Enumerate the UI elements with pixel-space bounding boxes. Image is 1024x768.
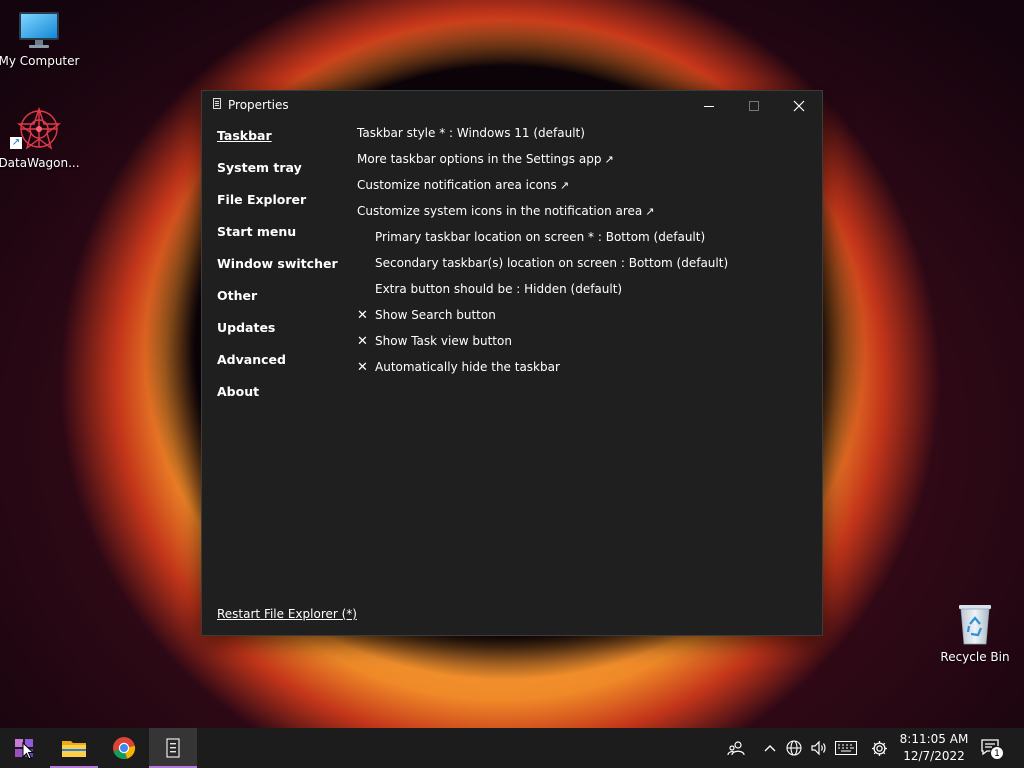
system-clock[interactable]: 8:11:05 AM 12/7/2022: [896, 731, 972, 765]
sidebar-item-about[interactable]: About: [217, 382, 347, 414]
sidebar-nav: Taskbar System tray File Explorer Start …: [217, 126, 347, 414]
unchecked-x-icon: ✕: [357, 334, 368, 349]
properties-app-icon: [166, 738, 180, 758]
gear-icon[interactable]: [869, 738, 889, 758]
keyboard-icon[interactable]: [834, 738, 858, 758]
notification-center-button[interactable]: 1: [980, 738, 1004, 760]
minimize-button[interactable]: [686, 91, 731, 121]
notification-icons-link[interactable]: Customize notification area icons ↗: [357, 176, 810, 202]
datawagon-icon: [16, 106, 62, 150]
show-search-checkbox[interactable]: ✕ Show Search button: [357, 306, 810, 332]
close-icon: [793, 100, 804, 112]
secondary-location-option[interactable]: Secondary taskbar(s) location on screen …: [357, 254, 810, 280]
external-link-icon: ↗: [604, 153, 614, 166]
window-title: Properties: [228, 98, 289, 112]
settings-list: Taskbar style * : Windows 11 (default) M…: [357, 124, 810, 384]
unchecked-x-icon: ✕: [357, 308, 368, 323]
desktop-icon-datawagon[interactable]: ↗ DataWagon...: [0, 106, 81, 170]
sidebar-item-advanced[interactable]: Advanced: [217, 350, 347, 382]
recycle-bin-icon: [959, 605, 991, 645]
desktop-icon-label: My Computer: [0, 54, 80, 68]
shortcut-arrow-icon: ↗: [10, 137, 22, 149]
clock-time: 8:11:05 AM: [899, 732, 969, 746]
taskbar-properties[interactable]: [149, 728, 197, 768]
people-icon[interactable]: [726, 738, 746, 758]
system-icons-link[interactable]: Customize system icons in the notificati…: [357, 202, 810, 228]
sidebar-item-window-switcher[interactable]: Window switcher: [217, 254, 347, 286]
close-button[interactable]: [776, 91, 821, 121]
sidebar-item-start-menu[interactable]: Start menu: [217, 222, 347, 254]
minimize-icon: [703, 105, 714, 107]
external-link-icon: ↗: [645, 205, 655, 218]
settings-app-link[interactable]: More taskbar options in the Settings app…: [357, 150, 810, 176]
desktop-icon-label: Recycle Bin: [940, 650, 1010, 664]
monitor-icon: [19, 12, 59, 48]
restart-explorer-link[interactable]: Restart File Explorer (*): [217, 607, 357, 621]
volume-icon[interactable]: [809, 738, 829, 758]
sidebar-item-taskbar[interactable]: Taskbar: [217, 126, 347, 158]
taskbar-style-option[interactable]: Taskbar style * : Windows 11 (default): [357, 124, 810, 150]
clock-date: 12/7/2022: [903, 749, 965, 763]
sidebar-item-system-tray[interactable]: System tray: [217, 158, 347, 190]
globe-network-icon[interactable]: [785, 738, 803, 758]
desktop-icon-my-computer[interactable]: My Computer: [0, 10, 81, 68]
extra-button-option[interactable]: Extra button should be : Hidden (default…: [357, 280, 810, 306]
auto-hide-checkbox[interactable]: ✕ Automatically hide the taskbar: [357, 358, 810, 384]
taskbar: 8:11:05 AM 12/7/2022 1: [0, 728, 1024, 768]
desktop-icon-label: DataWagon...: [0, 156, 80, 170]
maximize-button[interactable]: [731, 91, 776, 121]
chrome-icon: [113, 737, 136, 760]
desktop-icon-recycle-bin[interactable]: Recycle Bin: [933, 602, 1017, 664]
properties-window: Properties Taskbar System tray File Expl…: [201, 90, 823, 636]
taskbar-file-explorer[interactable]: [50, 728, 98, 768]
sidebar-item-other[interactable]: Other: [217, 286, 347, 318]
mouse-cursor-icon: [22, 742, 34, 760]
primary-location-option[interactable]: Primary taskbar location on screen * : B…: [357, 228, 810, 254]
sidebar-item-file-explorer[interactable]: File Explorer: [217, 190, 347, 222]
external-link-icon: ↗: [559, 179, 570, 192]
title-bar[interactable]: Properties: [202, 91, 822, 121]
folder-icon: [62, 741, 86, 757]
unchecked-x-icon: ✕: [357, 360, 368, 375]
maximize-icon: [748, 101, 759, 111]
properties-app-icon: [213, 98, 221, 109]
notification-count-badge: 1: [990, 746, 1004, 760]
start-button[interactable]: [0, 728, 48, 768]
sidebar-item-updates[interactable]: Updates: [217, 318, 347, 350]
show-hidden-icons-chevron-icon[interactable]: [763, 738, 777, 758]
show-task-view-checkbox[interactable]: ✕ Show Task view button: [357, 332, 810, 358]
taskbar-chrome[interactable]: [100, 728, 148, 768]
